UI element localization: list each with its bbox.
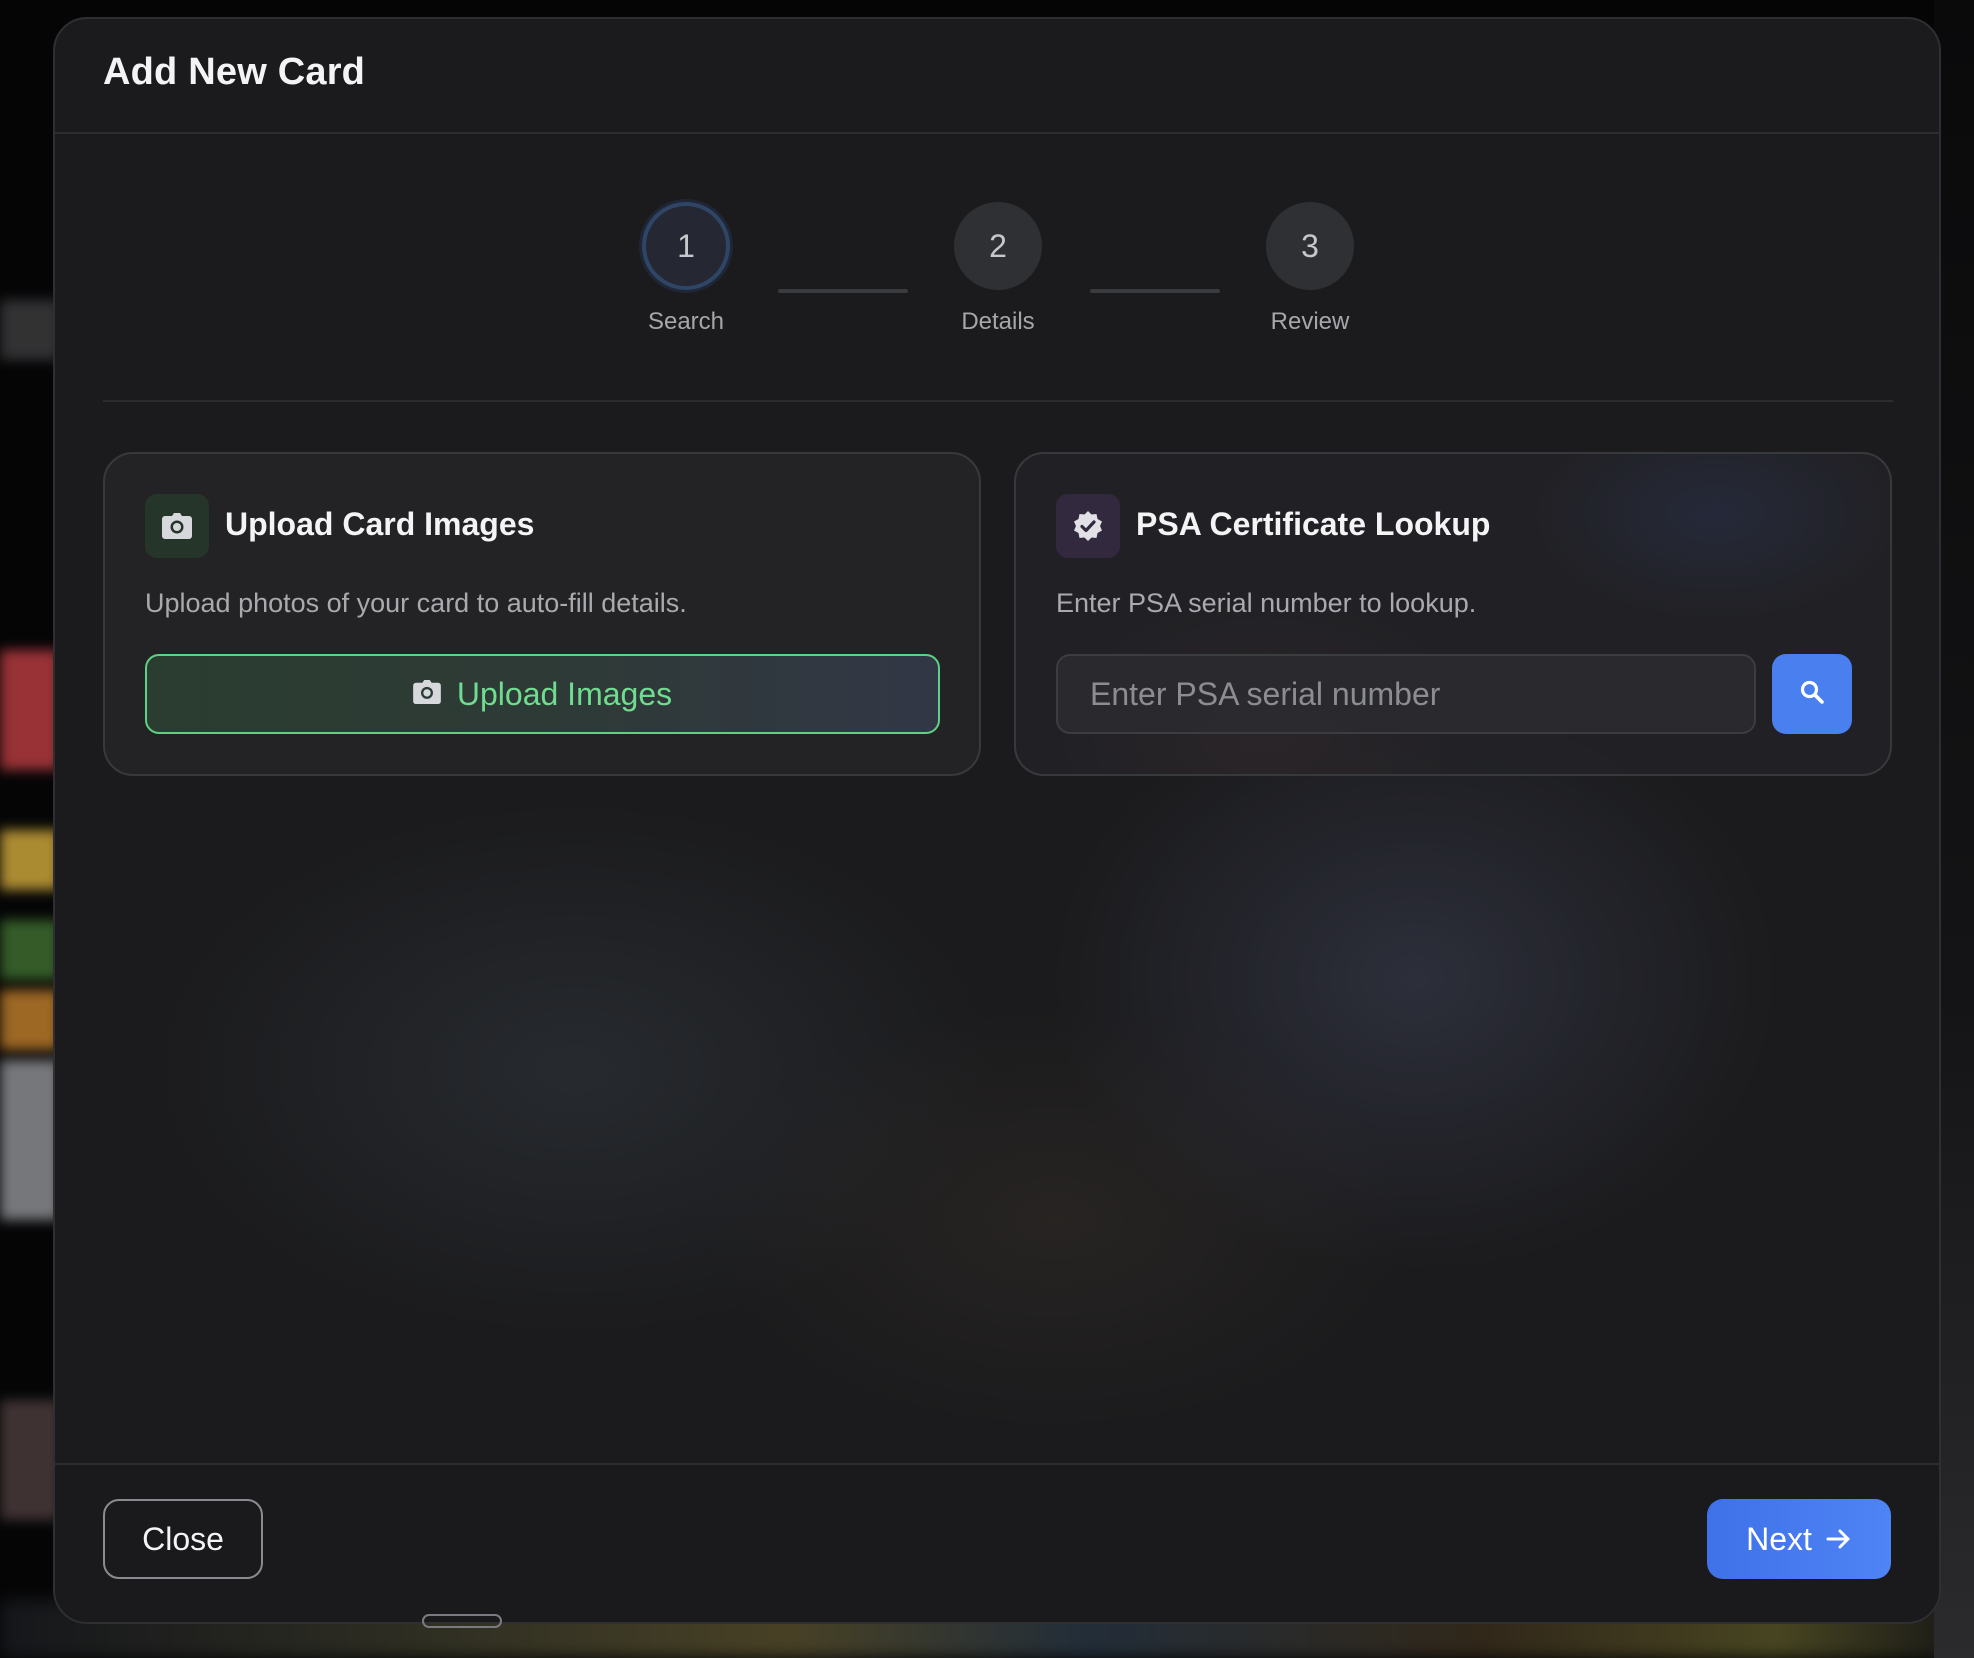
upload-card-images-panel: Upload Card Images Upload photos of your… [103, 452, 981, 776]
add-card-dialog: Add New Card 1 Search 2 Details 3 Review… [53, 17, 1941, 1624]
panel-description: Upload photos of your card to auto-fill … [145, 588, 687, 618]
dialog-footer: Close Next [55, 1463, 1939, 1622]
search-icon [1799, 679, 1825, 710]
step-number: 2 [954, 202, 1042, 290]
step-search[interactable]: 1 Search [596, 202, 776, 336]
arrow-right-icon [1826, 1521, 1852, 1558]
drag-handle[interactable] [422, 1614, 502, 1628]
next-button[interactable]: Next [1707, 1499, 1891, 1579]
dialog-title: Add New Card [103, 51, 366, 93]
step-label: Review [1270, 308, 1350, 335]
camera-icon [413, 679, 441, 709]
step-label: Details [961, 308, 1035, 335]
verified-badge-icon [1056, 494, 1120, 558]
upload-images-label: Upload Images [456, 675, 673, 712]
background-blur [0, 990, 60, 1050]
step-connector [778, 289, 908, 293]
background-blur [0, 830, 60, 890]
step-details[interactable]: 2 Details [908, 202, 1088, 336]
step-number: 3 [1266, 202, 1354, 290]
close-button[interactable]: Close [103, 1499, 263, 1579]
background-blur [0, 1060, 60, 1220]
step-connector [1090, 289, 1220, 293]
step-label: Search [647, 308, 725, 335]
background-blur [0, 650, 60, 770]
panel-title: Upload Card Images [225, 506, 535, 542]
step-review[interactable]: 3 Review [1220, 202, 1400, 336]
camera-icon [145, 494, 209, 558]
panel-title: PSA Certificate Lookup [1136, 506, 1491, 542]
panel-description: Enter PSA serial number to lookup. [1056, 588, 1477, 618]
background-blur [0, 300, 60, 360]
psa-certificate-lookup-panel: PSA Certificate Lookup Enter PSA serial … [1014, 452, 1892, 776]
next-button-label: Next [1746, 1520, 1812, 1557]
background-blur [0, 920, 60, 980]
dialog-header: Add New Card [55, 19, 1939, 134]
section-divider [103, 400, 1893, 402]
upload-images-button[interactable]: Upload Images [145, 654, 940, 734]
psa-search-button[interactable] [1772, 654, 1852, 734]
step-number: 1 [642, 202, 730, 290]
stepper: 1 Search 2 Details 3 Review [55, 202, 1939, 352]
psa-serial-input[interactable] [1056, 654, 1756, 734]
background-blur [0, 1400, 60, 1520]
